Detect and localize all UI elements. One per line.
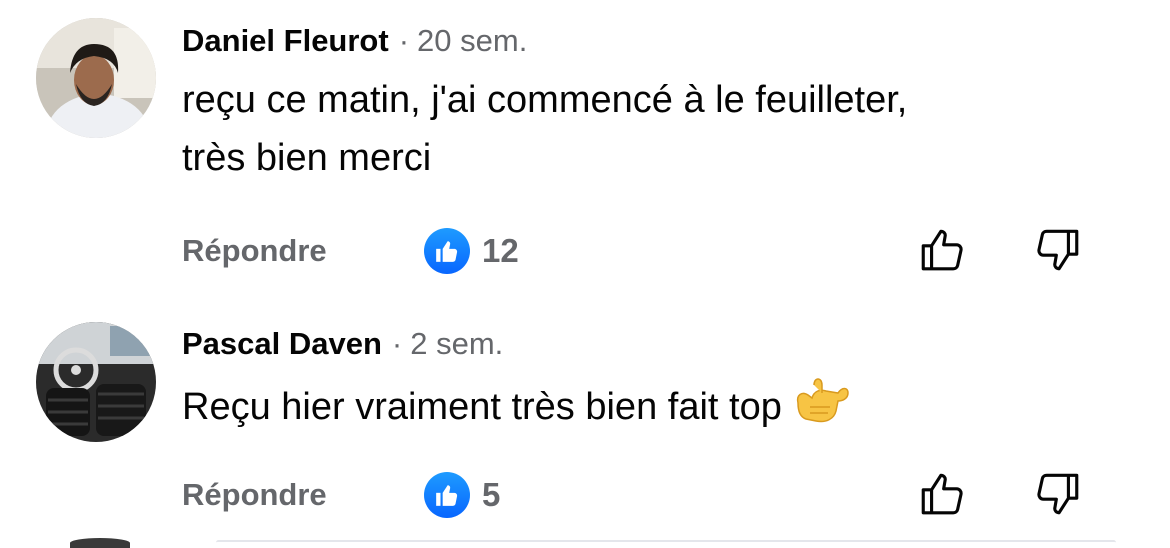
person-photo-avatar-icon [36, 18, 156, 138]
dislike-button[interactable] [1030, 222, 1086, 278]
like-count: 12 [482, 232, 519, 269]
dislike-button[interactable] [1030, 466, 1086, 522]
like-summary[interactable]: 12 [424, 227, 519, 275]
thumbs-down-outline-icon [1037, 229, 1079, 271]
timestamp[interactable]: 20 sem. [417, 23, 527, 58]
comment-header: Pascal Daven · 2 sem. [182, 324, 503, 364]
comment-text-line: Reçu hier vraiment très bien fait top [182, 386, 782, 428]
thumbs-up-outline-icon [921, 229, 963, 271]
car-interior-avatar-icon [36, 322, 156, 442]
like-button[interactable] [914, 466, 970, 522]
next-comment-avatar-edge [70, 538, 130, 548]
like-button[interactable] [914, 222, 970, 278]
like-count: 5 [482, 476, 501, 513]
comment-header: Daniel Fleurot · 20 sem. [182, 21, 527, 61]
thumbs-down-outline-icon [1037, 473, 1079, 515]
avatar[interactable] [36, 18, 156, 138]
timestamp[interactable]: 2 sem. [410, 326, 503, 361]
separator-dot: · [391, 326, 403, 361]
comment-text-line: reçu ce matin, j'ai commencé à le feuill… [182, 79, 908, 121]
thumbs-up-badge-icon [424, 228, 470, 274]
avatar[interactable] [36, 322, 156, 442]
thumbs-up-badge-icon [424, 472, 470, 518]
separator-dot: · [398, 23, 410, 58]
reply-button[interactable]: Répondre [182, 231, 327, 271]
like-summary[interactable]: 5 [424, 471, 500, 519]
call-me-hand-emoji-icon [792, 373, 850, 442]
comment-text-line: très bien merci [182, 137, 432, 179]
author-name[interactable]: Pascal Daven [182, 326, 382, 361]
author-name[interactable]: Daniel Fleurot [182, 23, 389, 58]
thumbs-up-outline-icon [921, 473, 963, 515]
comment-text: Reçu hier vraiment très bien fait top [182, 373, 1082, 442]
reply-button[interactable]: Répondre [182, 475, 327, 515]
comment-text: reçu ce matin, j'ai commencé à le feuill… [182, 71, 1082, 187]
